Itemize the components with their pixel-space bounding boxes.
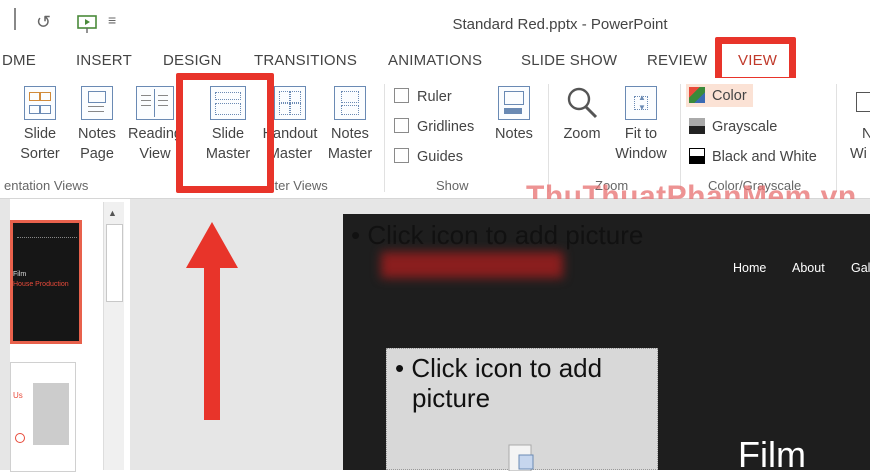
- new-window-label-2: Wi: [850, 146, 867, 162]
- fit-to-window-label-1: Fit to: [624, 126, 658, 142]
- slide-canvas[interactable]: • Click icon to add picture Home About G…: [343, 214, 870, 475]
- notes-page-label-2: Page: [80, 146, 114, 162]
- notes-label: Notes: [495, 126, 533, 142]
- tab-home[interactable]: DME: [2, 52, 36, 69]
- color-button[interactable]: Color: [686, 84, 753, 107]
- picture-placeholder-2[interactable]: • Click icon to add picture: [386, 348, 658, 472]
- gridlines-checkbox[interactable]: Gridlines: [394, 118, 474, 135]
- color-swatch-icon: [689, 87, 705, 103]
- show-group-label: Show: [436, 178, 469, 193]
- zoom-button[interactable]: Zoom: [556, 86, 608, 144]
- slide-sorter-button[interactable]: Slide Sorter: [10, 86, 70, 164]
- slide-master-highlight: [176, 73, 274, 193]
- notes-page-label-1: Notes: [78, 126, 116, 142]
- blurred-logo: [381, 252, 563, 278]
- group-separator: [836, 84, 837, 192]
- placeholder-2-text-1: • Click icon to add: [395, 353, 603, 383]
- gridlines-checkbox-box[interactable]: [394, 118, 409, 133]
- slide-sorter-icon: [24, 86, 56, 120]
- new-window-label-1: N: [862, 126, 870, 142]
- nav-gallery: Gal: [851, 261, 870, 275]
- guides-checkbox-box[interactable]: [394, 148, 409, 163]
- notes-icon: [498, 86, 530, 120]
- ruler-checkbox[interactable]: Ruler: [394, 88, 452, 105]
- group-separator: [548, 84, 549, 192]
- handout-master-icon: [274, 86, 306, 120]
- tab-slide-show[interactable]: SLIDE SHOW: [521, 52, 617, 69]
- slide-thumbnail-1[interactable]: Film House Production: [10, 220, 82, 344]
- guides-checkbox[interactable]: Guides: [394, 148, 463, 165]
- picture-placeholder-1[interactable]: • Click icon to add picture: [351, 220, 643, 251]
- master-views-group-label: ster Views: [268, 178, 328, 193]
- group-separator: [680, 84, 681, 192]
- ruler-label: Ruler: [417, 89, 452, 105]
- thumbnail-subtitle: House Production: [13, 281, 69, 288]
- annotation-arrow-icon: [186, 222, 238, 420]
- black-white-label: Black and White: [712, 149, 817, 165]
- placeholder-2-text-2: picture: [412, 383, 491, 413]
- group-separator: [384, 84, 385, 192]
- notes-page-icon: [81, 86, 113, 120]
- window-title: Standard Red.pptx - PowerPoint: [452, 16, 668, 33]
- nav-home: Home: [733, 261, 767, 275]
- fit-to-window-label-2: Window: [615, 146, 667, 162]
- view-tab-highlight: [715, 37, 796, 84]
- thumbnail-scrollbar[interactable]: ▲: [103, 202, 124, 470]
- tab-design[interactable]: DESIGN: [163, 52, 222, 69]
- notes-master-icon: [334, 86, 366, 120]
- notes-button[interactable]: Notes: [488, 86, 540, 144]
- nav-about: About: [792, 261, 825, 275]
- grayscale-button[interactable]: Grayscale: [689, 118, 777, 135]
- black-white-swatch-icon: [689, 148, 705, 164]
- insert-picture-icon[interactable]: [505, 441, 535, 472]
- zoom-label: Zoom: [563, 126, 601, 142]
- grayscale-swatch-icon: [689, 118, 705, 134]
- slide-thumbnail-2[interactable]: Us: [10, 362, 76, 472]
- thumbnail-title: Film: [13, 271, 27, 278]
- scrollbar-thumb[interactable]: [106, 224, 123, 302]
- black-white-button[interactable]: Black and White: [689, 148, 817, 165]
- new-window-button[interactable]: N Wi: [846, 86, 870, 164]
- thumbnail-2-picture: [33, 383, 69, 445]
- notes-master-label-1: Notes: [331, 126, 369, 142]
- tab-review[interactable]: REVIEW: [647, 52, 707, 69]
- thumbnail-nav: [17, 237, 77, 240]
- tab-insert[interactable]: INSERT: [76, 52, 132, 69]
- ruler-checkbox-box[interactable]: [394, 88, 409, 103]
- tab-transitions[interactable]: TRANSITIONS: [254, 52, 357, 69]
- new-window-icon: [856, 92, 870, 112]
- notes-page-button[interactable]: Notes Page: [70, 86, 124, 164]
- tab-animations[interactable]: ANIMATIONS: [388, 52, 482, 69]
- slide-sorter-label-1: Slide: [23, 126, 57, 142]
- fit-to-window-icon: ▲ ▼: [625, 86, 657, 120]
- thumbnail-2-title: Us: [13, 391, 23, 400]
- gridlines-label: Gridlines: [417, 119, 475, 135]
- title-bar: ↺ ≡ Standard Red.pptx - PowerPoint: [0, 0, 870, 40]
- guides-label: Guides: [417, 149, 463, 165]
- color-label: Color: [712, 88, 747, 104]
- thumbnail-2-icon: [15, 433, 25, 443]
- presentation-views-group-label: entation Views: [4, 178, 89, 193]
- scroll-up-icon[interactable]: ▲: [108, 208, 117, 218]
- notes-master-button[interactable]: Notes Master: [322, 86, 378, 164]
- grayscale-label: Grayscale: [712, 119, 778, 135]
- notes-master-label-2: Master: [327, 146, 373, 162]
- slide-sorter-label-2: Sorter: [20, 146, 60, 162]
- magnifier-icon: [565, 86, 599, 120]
- reading-view-icon: [136, 86, 174, 120]
- fit-to-window-button[interactable]: ▲ ▼ Fit to Window: [608, 86, 674, 164]
